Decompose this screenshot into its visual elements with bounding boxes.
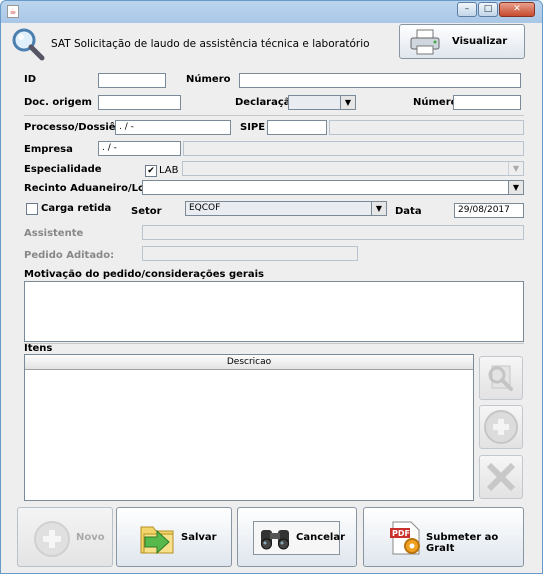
chevron-down-icon[interactable]: ▼ <box>340 96 355 109</box>
processo-label: Processo/Dossiê <box>24 122 116 133</box>
numero2-label: Número <box>413 97 458 108</box>
novo-button: Novo <box>17 507 113 567</box>
lab-checkbox[interactable]: ✔ <box>145 165 157 177</box>
doc-origem-label: Doc. origem <box>24 97 92 108</box>
add-icon <box>34 521 70 557</box>
salvar-label: Salvar <box>181 532 217 543</box>
salvar-button[interactable]: Salvar <box>116 507 232 567</box>
sipe-field[interactable] <box>267 120 327 135</box>
lab-label: LAB <box>159 165 179 176</box>
itens-table[interactable]: Descricao <box>24 354 474 501</box>
page-title: SAT Solicitação de laudo de assistência … <box>51 38 370 50</box>
doc-origem-field[interactable] <box>98 95 181 110</box>
empresa-label: Empresa <box>24 144 73 155</box>
id-field[interactable] <box>98 73 166 88</box>
divider <box>24 343 524 344</box>
submeter-button[interactable]: PDF Submeter ao GraIt <box>363 507 524 567</box>
empresa-field[interactable]: . / - <box>98 141 181 156</box>
motivacao-label: Motivação do pedido/considerações gerais <box>24 269 264 280</box>
divider <box>24 115 524 116</box>
numero-field[interactable] <box>239 73 521 88</box>
visualizar-label: Visualizar <box>452 36 508 47</box>
declaracao-select[interactable]: ▼ <box>288 95 356 110</box>
chevron-down-icon[interactable]: ▼ <box>371 202 386 215</box>
column-header-descricao[interactable]: Descricao <box>25 355 473 370</box>
carga-retida-checkbox[interactable] <box>26 203 38 215</box>
chevron-down-icon: ▼ <box>508 162 523 175</box>
cancelar-button[interactable]: Cancelar <box>237 507 357 567</box>
remove-item-button <box>479 455 523 499</box>
setor-label: Setor <box>131 206 162 217</box>
minimize-button[interactable]: – <box>457 2 477 17</box>
setor-value: EQCOF <box>189 203 221 213</box>
visualizar-button[interactable]: Visualizar <box>399 24 525 59</box>
especialidade-label: Especialidade <box>24 164 102 175</box>
id-label: ID <box>24 74 37 85</box>
search-item-button <box>479 356 523 400</box>
pdf-gear-icon: PDF <box>390 521 420 555</box>
especialidade-select: ▼ <box>182 161 524 176</box>
numero2-field[interactable] <box>453 95 521 110</box>
sipe-description-field <box>329 120 524 135</box>
recinto-label: Recinto Aduaneiro/Local <box>24 183 161 194</box>
search-icon <box>488 365 513 391</box>
add-icon <box>484 410 518 444</box>
processo-field[interactable]: . / - <box>115 120 231 135</box>
cancelar-label: Cancelar <box>296 532 346 543</box>
empresa-name-field <box>183 141 524 156</box>
app-window: ☕ – □ ✕ SAT Solicitação de laudo de assi… <box>0 0 543 574</box>
assistente-label: Assistente <box>24 228 84 239</box>
recinto-select[interactable]: ▼ <box>142 180 524 195</box>
motivacao-textarea[interactable] <box>24 281 524 342</box>
magnifier-icon <box>11 27 45 61</box>
svg-text:PDF: PDF <box>392 529 410 538</box>
title-bar[interactable]: ☕ – □ ✕ <box>1 1 542 23</box>
novo-label: Novo <box>76 532 105 543</box>
data-label: Data <box>395 206 422 217</box>
maximize-button[interactable]: □ <box>478 2 498 17</box>
assistente-field <box>142 225 524 240</box>
save-folder-icon <box>140 526 174 555</box>
java-icon: ☕ <box>7 5 19 18</box>
remove-icon <box>486 462 516 492</box>
data-field[interactable]: 29/08/2017 <box>454 203 524 218</box>
close-button[interactable]: ✕ <box>499 2 535 17</box>
chevron-down-icon[interactable]: ▼ <box>508 181 523 194</box>
carga-retida-label: Carga retida <box>41 203 112 214</box>
sipe-label: SIPE <box>240 122 266 133</box>
pedido-aditado-label: Pedido Aditado: <box>24 250 115 261</box>
add-item-button <box>479 405 523 449</box>
submeter-label: Submeter ao GraIt <box>426 532 499 554</box>
pedido-aditado-field <box>142 246 358 261</box>
content-panel: SAT Solicitação de laudo de assistência … <box>9 23 536 567</box>
binoculars-icon <box>261 530 289 550</box>
setor-select[interactable]: EQCOF ▼ <box>185 201 387 216</box>
numero-label: Número <box>186 74 231 85</box>
printer-icon <box>408 28 442 56</box>
itens-label: Itens <box>24 343 53 354</box>
